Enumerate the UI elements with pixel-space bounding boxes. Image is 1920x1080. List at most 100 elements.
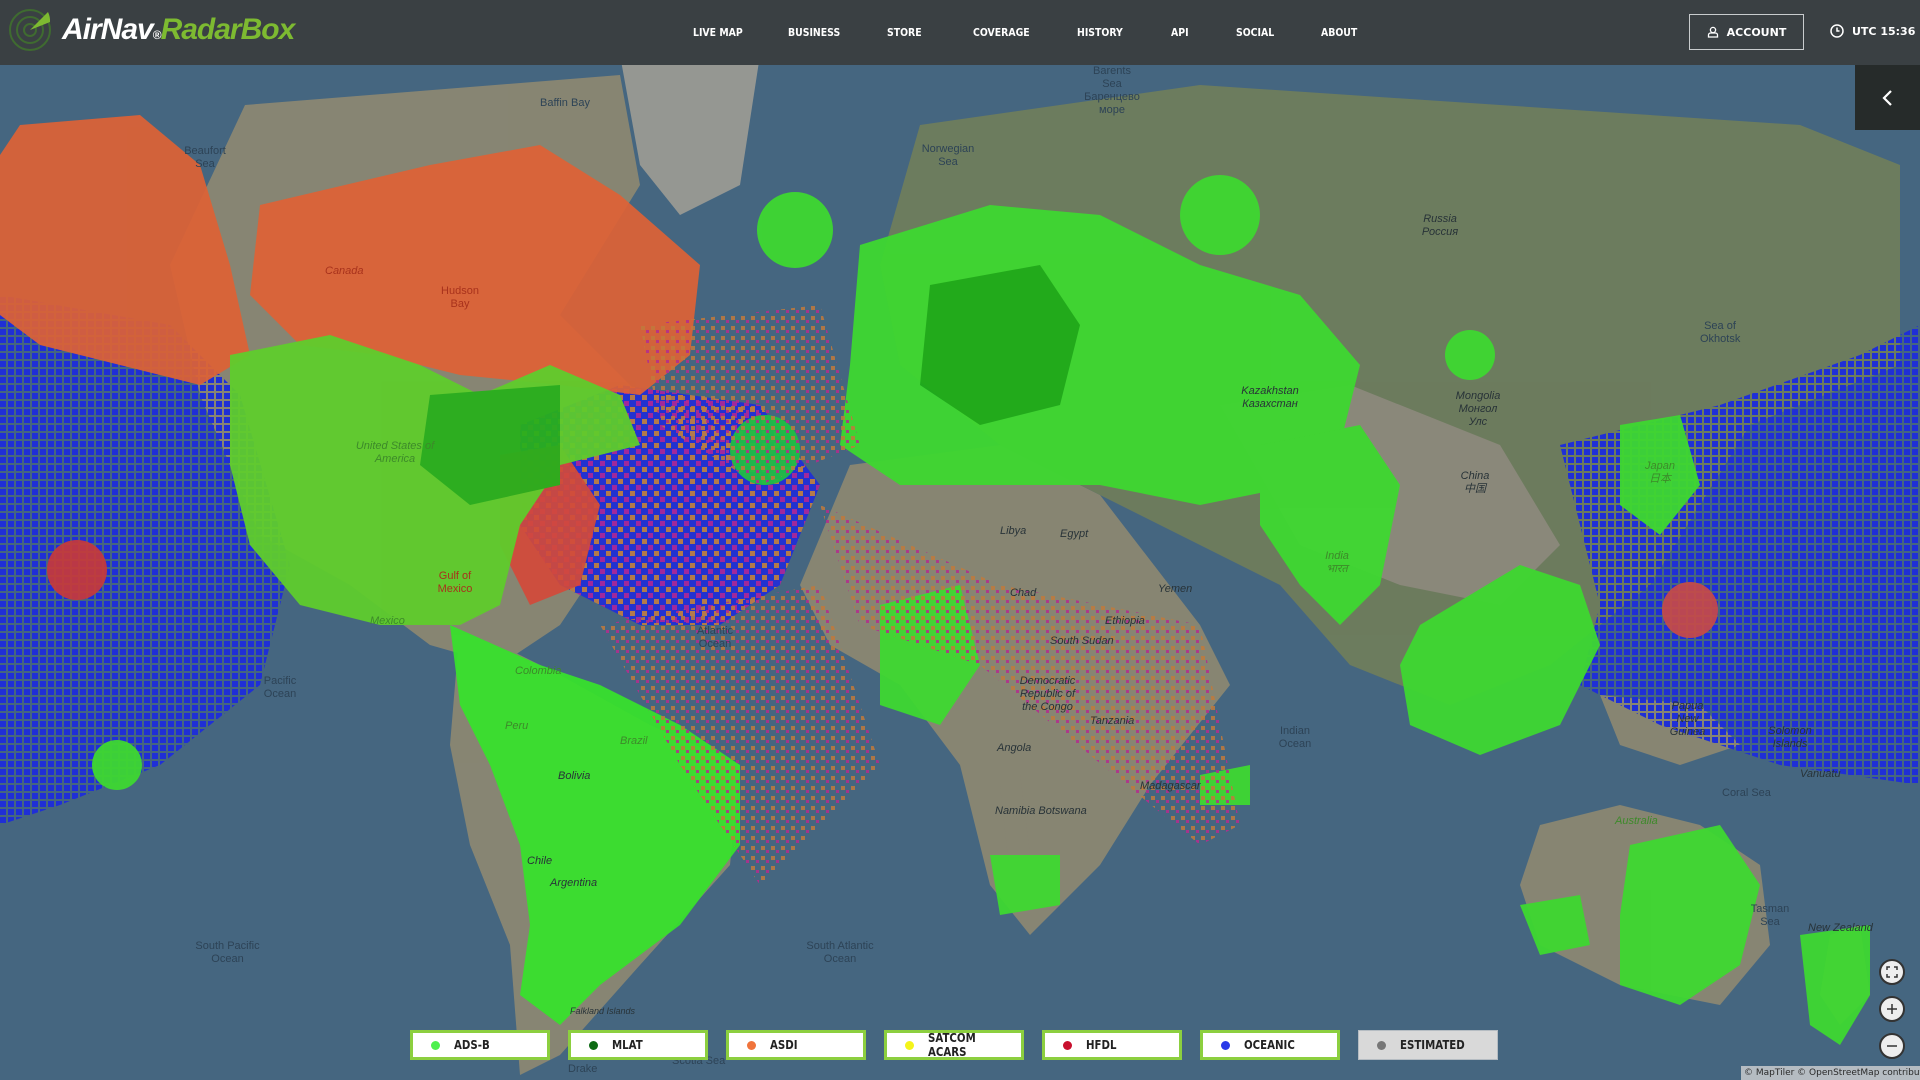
label-peru: Peru xyxy=(505,720,529,732)
label-coral-sea: Coral Sea xyxy=(1722,787,1771,799)
clock-label: UTC 15:36 xyxy=(1852,24,1916,38)
label-beaufort-sea: Beaufort Sea xyxy=(184,145,226,170)
label-indian-ocean: Indian Ocean xyxy=(1278,725,1312,750)
legend-oceanic[interactable]: OCEANIC xyxy=(1200,1030,1340,1060)
nav-store[interactable]: STORE xyxy=(887,26,922,39)
label-norwegian-sea: Norwegian Sea xyxy=(921,143,975,168)
account-button[interactable]: ACCOUNT xyxy=(1689,14,1804,50)
legend-label: SATCOM ACARS xyxy=(928,1031,976,1059)
legend-label: ESTIMATED xyxy=(1400,1038,1465,1052)
legend-label: OCEANIC xyxy=(1244,1038,1295,1052)
logo-airnav-text: AirNav xyxy=(62,13,154,46)
label-yemen: Yemen xyxy=(1158,583,1193,595)
nav-history[interactable]: HISTORY xyxy=(1077,26,1123,39)
label-drc: Democratic Republic of the Congo xyxy=(1019,675,1076,713)
legend-label: ASDI xyxy=(770,1038,798,1052)
coverage-map[interactable]: Baffin Bay Beaufort Sea Canada Hudson Ba… xyxy=(0,65,1920,1080)
label-mexico: Mexico xyxy=(370,615,405,627)
label-atlantic-ocean: Atlantic Ocean xyxy=(696,625,734,650)
coverage-legend: ADS-B MLAT ASDI SATCOM ACARS HFDL OCEANI… xyxy=(410,1030,1498,1060)
legend-hfdl[interactable]: HFDL xyxy=(1042,1030,1182,1060)
radar-logo-icon xyxy=(9,9,51,51)
world-basemap xyxy=(0,65,1920,1075)
label-drake: Drake xyxy=(568,1063,598,1075)
label-libya: Libya xyxy=(1000,525,1027,537)
chevron-left-icon xyxy=(1881,89,1892,106)
label-india: India भारत xyxy=(1325,550,1349,575)
plus-icon xyxy=(1887,1004,1897,1014)
label-egypt: Egypt xyxy=(1060,528,1089,540)
label-sea-of-okhotsk: Sea of Okhotsk xyxy=(1700,320,1741,345)
label-papua-new-guinea: Papua New Guinea xyxy=(1669,700,1706,738)
label-chile: Chile xyxy=(527,855,553,867)
zoom-out-button[interactable] xyxy=(1879,1033,1905,1059)
registered-mark: ® xyxy=(152,28,162,42)
label-australia: Australia xyxy=(1615,815,1658,827)
user-icon xyxy=(1707,26,1718,38)
label-angola: Angola xyxy=(997,742,1032,754)
label-bolivia: Bolivia xyxy=(558,770,591,782)
label-barents-sea: Barents Sea Баренцево море xyxy=(1084,65,1140,116)
label-baffin-bay: Baffin Bay xyxy=(540,97,590,109)
label-kazakhstan: Kazakhstan Казахстан xyxy=(1241,385,1299,410)
satcom-dot-icon xyxy=(905,1040,914,1050)
label-canada: Canada xyxy=(325,265,364,277)
label-south-atlantic: South Atlantic Ocean xyxy=(806,940,874,965)
label-colombia: Colombia xyxy=(515,665,562,677)
top-navigation-bar: AirNav®RadarBox LIVE MAP BUSINESS STORE … xyxy=(0,0,1920,65)
label-china: China 中国 xyxy=(1460,470,1490,495)
legend-label: MLAT xyxy=(612,1038,643,1052)
nav-about[interactable]: ABOUT xyxy=(1321,26,1357,39)
fullscreen-button[interactable] xyxy=(1879,959,1905,985)
mlat-dot-icon xyxy=(589,1040,598,1050)
fullscreen-icon xyxy=(1886,966,1898,978)
label-usa: United States of America xyxy=(355,440,435,465)
utc-clock: UTC 15:36 xyxy=(1830,24,1915,38)
airnav-radarbox-logo[interactable]: AirNav®RadarBox xyxy=(8,8,296,52)
label-solomon-islands: Solomon Islands xyxy=(1768,725,1812,750)
asdi-dot-icon xyxy=(747,1040,756,1050)
ads-b-dot-icon xyxy=(431,1040,440,1050)
label-tasman-sea: Tasman Sea xyxy=(1750,903,1790,928)
oceanic-dot-icon xyxy=(1221,1040,1230,1050)
zoom-in-button[interactable] xyxy=(1879,996,1905,1022)
legend-label: ADS-B xyxy=(454,1038,490,1052)
legend-label: HFDL xyxy=(1086,1038,1117,1052)
label-gulf-mexico: Gulf of Mexico xyxy=(437,570,473,595)
legend-estimated[interactable]: ESTIMATED xyxy=(1358,1030,1498,1060)
nav-social[interactable]: SOCIAL xyxy=(1236,26,1274,39)
label-new-zealand: New Zealand xyxy=(1808,922,1873,934)
label-hudson-bay: Hudson Bay xyxy=(441,285,479,310)
map-attribution[interactable]: © MapTiler © OpenStreetMap contributors xyxy=(1741,1066,1920,1080)
label-madagascar: Madagascar xyxy=(1140,780,1201,792)
label-chad: Chad xyxy=(1010,587,1037,599)
logo-radarbox-text: RadarBox xyxy=(160,13,296,46)
minus-icon xyxy=(1887,1045,1897,1047)
label-falkland-islands: Falkland Islands xyxy=(570,1006,636,1016)
label-vanuatu: Vanuatu xyxy=(1800,768,1841,780)
side-panel-toggle[interactable] xyxy=(1855,65,1920,130)
legend-asdi[interactable]: ASDI xyxy=(726,1030,866,1060)
label-tanzania: Tanzania xyxy=(1090,715,1135,727)
label-japan: Japan 日本 xyxy=(1645,460,1675,485)
nav-business[interactable]: BUSINESS xyxy=(788,26,840,39)
estimated-dot-icon xyxy=(1377,1040,1386,1050)
nav-live-map[interactable]: LIVE MAP xyxy=(693,26,743,39)
label-argentina: Argentina xyxy=(550,877,598,889)
nav-api[interactable]: API xyxy=(1171,26,1189,39)
legend-satcom-acars[interactable]: SATCOM ACARS xyxy=(884,1030,1024,1060)
legend-ads-b[interactable]: ADS-B xyxy=(410,1030,550,1060)
label-brazil: Brazil xyxy=(620,735,648,747)
clock-icon xyxy=(1830,24,1844,38)
label-south-pacific: South Pacific Ocean xyxy=(195,940,260,965)
label-ethiopia: Ethiopia xyxy=(1105,615,1145,627)
hfdl-dot-icon xyxy=(1063,1040,1072,1050)
main-nav: LIVE MAP BUSINESS STORE COVERAGE HISTORY… xyxy=(693,0,1364,65)
label-russia: Russia Россия xyxy=(1421,213,1459,238)
label-mongolia: Mongolia Монгол Улс xyxy=(1455,390,1501,428)
label-south-sudan: South Sudan xyxy=(1050,635,1114,647)
nav-coverage[interactable]: COVERAGE xyxy=(973,26,1030,39)
label-namibia-botswana: Namibia Botswana xyxy=(995,805,1087,817)
legend-mlat[interactable]: MLAT xyxy=(568,1030,708,1060)
label-pacific-ocean: Pacific Ocean xyxy=(263,675,297,700)
